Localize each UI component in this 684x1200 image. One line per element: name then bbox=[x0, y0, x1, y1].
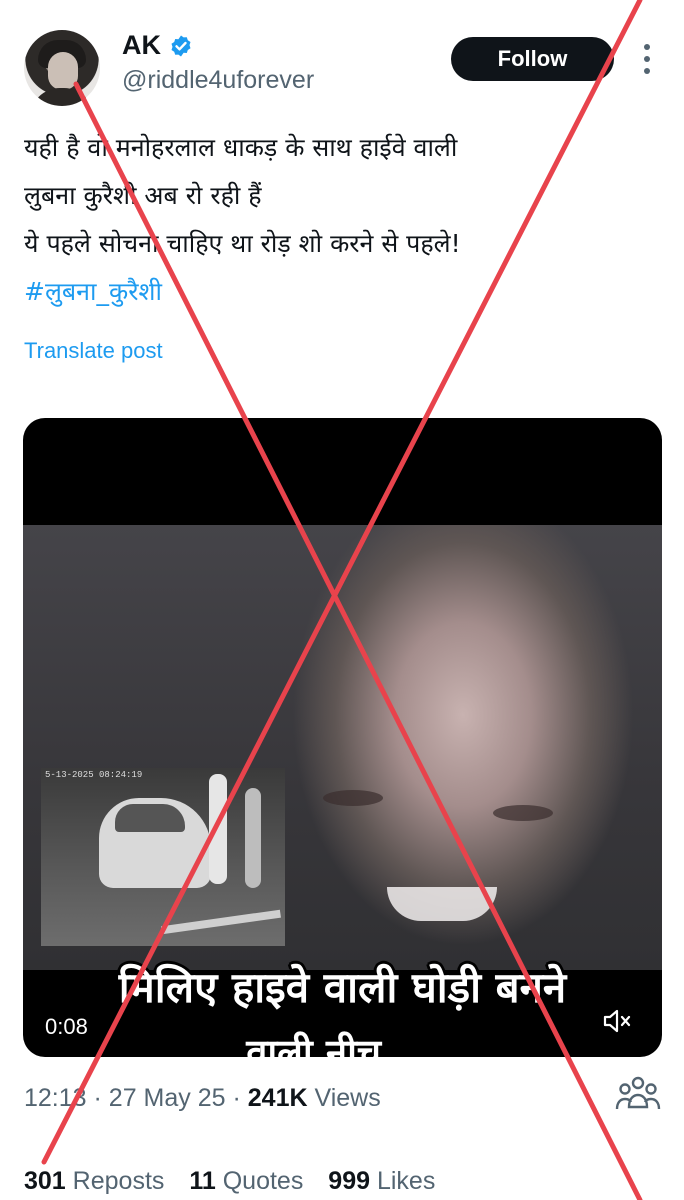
author-name-row: AK bbox=[122, 30, 193, 61]
reposts-count[interactable]: 301 bbox=[24, 1167, 66, 1195]
more-dot bbox=[644, 44, 650, 50]
tweet-line: लुबना कुरैशी अब रो रही हैं bbox=[24, 181, 262, 210]
video-duration: 0:08 bbox=[45, 1014, 88, 1039]
inset-person bbox=[209, 774, 227, 884]
engagement-stats: 301 Reposts 11 Quotes 999 Likes bbox=[24, 1167, 435, 1196]
more-dot bbox=[644, 56, 650, 62]
hashtag-link[interactable]: #लुबना_कुरैशी bbox=[24, 268, 644, 316]
inset-road-marking bbox=[161, 909, 281, 935]
video-subject-eye bbox=[493, 805, 553, 821]
translate-post-link[interactable]: Translate post bbox=[24, 338, 163, 364]
tweet-line: यही है वो मनोहरलाल धाकड़ के साथ हाईवे वा… bbox=[24, 133, 458, 162]
post-meta: 12:13 · 27 May 25 · 241K Views bbox=[24, 1084, 381, 1113]
community-notes-icon[interactable] bbox=[614, 1074, 662, 1114]
likes-label[interactable]: Likes bbox=[377, 1167, 435, 1195]
quotes-count[interactable]: 11 bbox=[189, 1167, 215, 1195]
video-subject-mouth bbox=[387, 887, 497, 921]
author-handle[interactable]: @riddle4uforever bbox=[122, 66, 314, 95]
avatar[interactable] bbox=[24, 30, 100, 106]
avatar-face bbox=[48, 52, 78, 90]
post-time[interactable]: 12:13 bbox=[24, 1084, 87, 1112]
post-date[interactable]: 27 May 25 bbox=[109, 1084, 226, 1112]
more-options-icon[interactable] bbox=[640, 44, 654, 74]
volume-muted-icon[interactable] bbox=[602, 1007, 632, 1035]
verified-badge-icon bbox=[171, 35, 191, 56]
quotes-label[interactable]: Quotes bbox=[223, 1167, 304, 1195]
likes-count[interactable]: 999 bbox=[328, 1167, 370, 1195]
tweet-text: यही है वो मनोहरलाल धाकड़ के साथ हाईवे वा… bbox=[24, 124, 644, 316]
reposts-label[interactable]: Reposts bbox=[73, 1167, 165, 1195]
video-subject-eye bbox=[323, 790, 383, 806]
meta-separator: · bbox=[93, 1084, 102, 1112]
avatar-shoulder bbox=[30, 88, 94, 106]
follow-button[interactable]: Follow bbox=[451, 37, 614, 81]
views-count: 241K bbox=[247, 1084, 308, 1112]
inset-car-window bbox=[115, 804, 185, 832]
inset-person bbox=[245, 788, 261, 888]
video-player[interactable]: 5-13-2025 08:24:19 मिलिए हाइवे वाली घोड़… bbox=[23, 418, 662, 1057]
tweet-line: ये पहले सोचना चाहिए था रोड़ शो करने से प… bbox=[24, 229, 461, 258]
more-dot bbox=[644, 68, 650, 74]
author-name[interactable]: AK bbox=[122, 30, 161, 61]
inset-timestamp: 5-13-2025 08:24:19 bbox=[45, 770, 143, 780]
views-label: Views bbox=[314, 1084, 381, 1112]
meta-separator: · bbox=[232, 1084, 241, 1112]
video-caption-line: मिलिए हाइवे वाली घोड़ी बनने bbox=[118, 963, 567, 1012]
video-caption-line: वाली नीच.... bbox=[246, 1031, 439, 1057]
inset-cctv-clip: 5-13-2025 08:24:19 bbox=[41, 768, 285, 946]
